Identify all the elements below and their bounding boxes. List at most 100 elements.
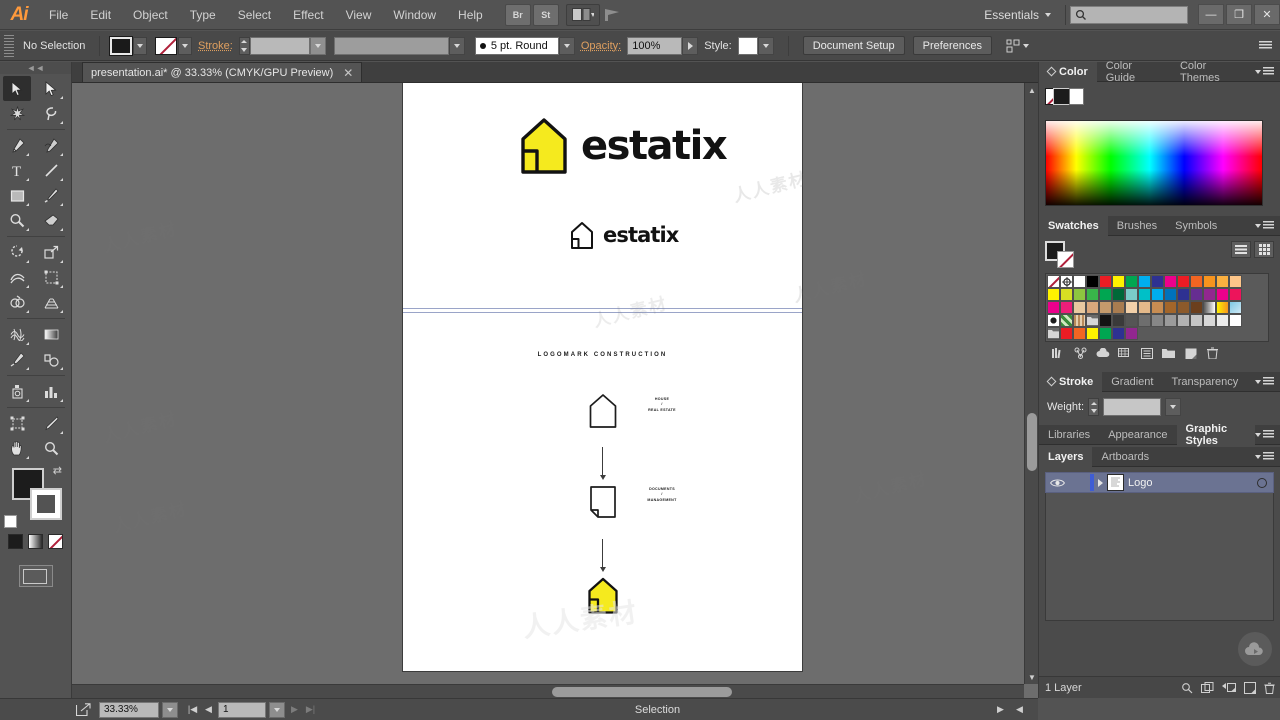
stroke-profile-field[interactable] bbox=[334, 37, 449, 55]
stroke-profile-dropdown[interactable] bbox=[449, 37, 465, 55]
swatch-none[interactable] bbox=[1047, 275, 1060, 288]
workspace-switcher[interactable]: Essentials bbox=[974, 8, 1061, 22]
swatch[interactable] bbox=[1229, 275, 1242, 288]
scroll-up-icon[interactable]: ▲ bbox=[1025, 83, 1038, 97]
swatch-folder[interactable] bbox=[1047, 327, 1060, 340]
tab-transparency[interactable]: Transparency bbox=[1162, 372, 1247, 392]
brush-definition-dropdown[interactable] bbox=[559, 37, 575, 55]
swatch[interactable] bbox=[1151, 301, 1164, 314]
canvas-horizontal-scrollbar[interactable] bbox=[72, 684, 1024, 698]
swatch[interactable] bbox=[1138, 288, 1151, 301]
scale-tool[interactable] bbox=[37, 240, 65, 265]
tab-color-guide[interactable]: Color Guide bbox=[1097, 62, 1171, 82]
previous-artboard-icon[interactable]: ◀ bbox=[202, 702, 215, 718]
cc-libraries-badge[interactable] bbox=[1238, 632, 1272, 666]
menu-select[interactable]: Select bbox=[227, 0, 282, 30]
swatch-registration[interactable] bbox=[1060, 275, 1073, 288]
horizontal-scroll-thumb[interactable] bbox=[552, 687, 732, 697]
swatch[interactable] bbox=[1099, 327, 1112, 340]
zoom-dropdown[interactable] bbox=[162, 702, 178, 718]
curvature-tool[interactable] bbox=[37, 133, 65, 158]
swatch[interactable] bbox=[1177, 301, 1190, 314]
preferences-button[interactable]: Preferences bbox=[913, 36, 992, 55]
stroke-weight-stepper-panel[interactable] bbox=[1088, 398, 1099, 416]
locate-object-icon[interactable] bbox=[1181, 682, 1193, 694]
swatch[interactable] bbox=[1151, 275, 1164, 288]
menu-object[interactable]: Object bbox=[122, 0, 179, 30]
default-fill-stroke-icon[interactable] bbox=[4, 515, 17, 528]
swatch[interactable] bbox=[1203, 314, 1216, 327]
menu-effect[interactable]: Effect bbox=[282, 0, 334, 30]
logo-secondary[interactable]: estatix bbox=[570, 221, 678, 250]
swatch[interactable] bbox=[1190, 288, 1203, 301]
swatch[interactable] bbox=[1112, 301, 1125, 314]
swatch[interactable] bbox=[1177, 288, 1190, 301]
make-clipping-mask-icon[interactable] bbox=[1201, 682, 1214, 694]
artboard-number-field[interactable]: 1 bbox=[218, 702, 266, 718]
color-fill-proxy[interactable] bbox=[1053, 88, 1070, 105]
swatch[interactable] bbox=[1203, 275, 1216, 288]
swatch[interactable] bbox=[1047, 288, 1060, 301]
color-fill-button[interactable] bbox=[8, 534, 23, 549]
styles-panel-menu-icon[interactable] bbox=[1255, 430, 1274, 439]
active-stroke-swatch[interactable] bbox=[1057, 251, 1074, 268]
swap-fill-stroke-icon[interactable]: ⇄ bbox=[53, 464, 62, 477]
stroke-weight-input[interactable] bbox=[1103, 398, 1161, 416]
swatch[interactable] bbox=[1060, 288, 1073, 301]
swatch[interactable] bbox=[1099, 288, 1112, 301]
ai-stock-flag-icon[interactable] bbox=[601, 4, 625, 26]
fill-dropdown-button[interactable] bbox=[133, 37, 147, 55]
type-tool[interactable]: T bbox=[3, 158, 31, 183]
zoom-level-field[interactable]: 33.33% bbox=[99, 702, 159, 718]
pen-tool[interactable] bbox=[3, 133, 31, 158]
tab-graphic-styles[interactable]: Graphic Styles bbox=[1177, 425, 1255, 445]
stroke-dropdown-button[interactable] bbox=[178, 37, 192, 55]
tab-color-themes[interactable]: Color Themes bbox=[1171, 62, 1255, 82]
swatch[interactable] bbox=[1112, 275, 1125, 288]
swatch[interactable] bbox=[1164, 275, 1177, 288]
swatch[interactable] bbox=[1086, 301, 1099, 314]
fill-swatch[interactable] bbox=[110, 37, 132, 55]
color-spectrum[interactable] bbox=[1045, 120, 1263, 206]
lasso-tool[interactable] bbox=[37, 101, 65, 126]
list-view-button[interactable] bbox=[1231, 241, 1251, 258]
first-artboard-icon[interactable]: |◀ bbox=[186, 702, 199, 718]
color-panel-menu-icon[interactable] bbox=[1255, 67, 1274, 76]
swatch[interactable] bbox=[1177, 275, 1190, 288]
swatch[interactable] bbox=[1073, 301, 1086, 314]
shape-builder-tool[interactable] bbox=[3, 290, 31, 315]
artboard-tool[interactable] bbox=[3, 411, 31, 436]
menu-type[interactable]: Type bbox=[179, 0, 227, 30]
swatch[interactable] bbox=[1164, 314, 1177, 327]
construction-step-2[interactable]: DOCUMENTS / MANAGEMENT bbox=[403, 485, 802, 539]
artboard-dropdown[interactable] bbox=[269, 702, 285, 718]
column-graph-tool[interactable] bbox=[37, 379, 65, 404]
swatch[interactable] bbox=[1099, 275, 1112, 288]
construction-step-3[interactable] bbox=[403, 577, 802, 631]
swatch-white[interactable] bbox=[1073, 275, 1086, 288]
zoom-tool[interactable] bbox=[37, 436, 65, 461]
stroke-weight-dropdown-panel[interactable] bbox=[1165, 398, 1181, 416]
swatch[interactable] bbox=[1112, 327, 1125, 340]
bridge-icon[interactable]: Br bbox=[505, 4, 531, 26]
swatch[interactable] bbox=[1138, 275, 1151, 288]
layer-name[interactable]: Logo bbox=[1128, 477, 1253, 489]
stepper-down-icon[interactable] bbox=[240, 46, 249, 54]
export-selection-button[interactable] bbox=[72, 699, 95, 720]
swatch[interactable] bbox=[1216, 314, 1229, 327]
zoom-control[interactable]: 33.33% bbox=[95, 699, 182, 720]
construction-step-1[interactable]: HOUSE / REAL ESTATE bbox=[403, 393, 802, 447]
eye-icon[interactable] bbox=[1049, 474, 1066, 491]
menu-edit[interactable]: Edit bbox=[79, 0, 122, 30]
tab-symbols[interactable]: Symbols bbox=[1166, 216, 1226, 236]
swatch[interactable] bbox=[1112, 314, 1125, 327]
grid-view-button[interactable] bbox=[1254, 241, 1274, 258]
swatch[interactable] bbox=[1229, 314, 1242, 327]
tab-swatches[interactable]: Swatches bbox=[1039, 216, 1108, 236]
swatch-gradient[interactable] bbox=[1203, 301, 1216, 314]
swatch[interactable] bbox=[1216, 275, 1229, 288]
swatch[interactable] bbox=[1190, 314, 1203, 327]
canvas-vertical-scrollbar[interactable]: ▲ ▼ bbox=[1024, 83, 1038, 684]
swatch-black[interactable] bbox=[1086, 275, 1099, 288]
none-fill-button[interactable] bbox=[48, 534, 63, 549]
